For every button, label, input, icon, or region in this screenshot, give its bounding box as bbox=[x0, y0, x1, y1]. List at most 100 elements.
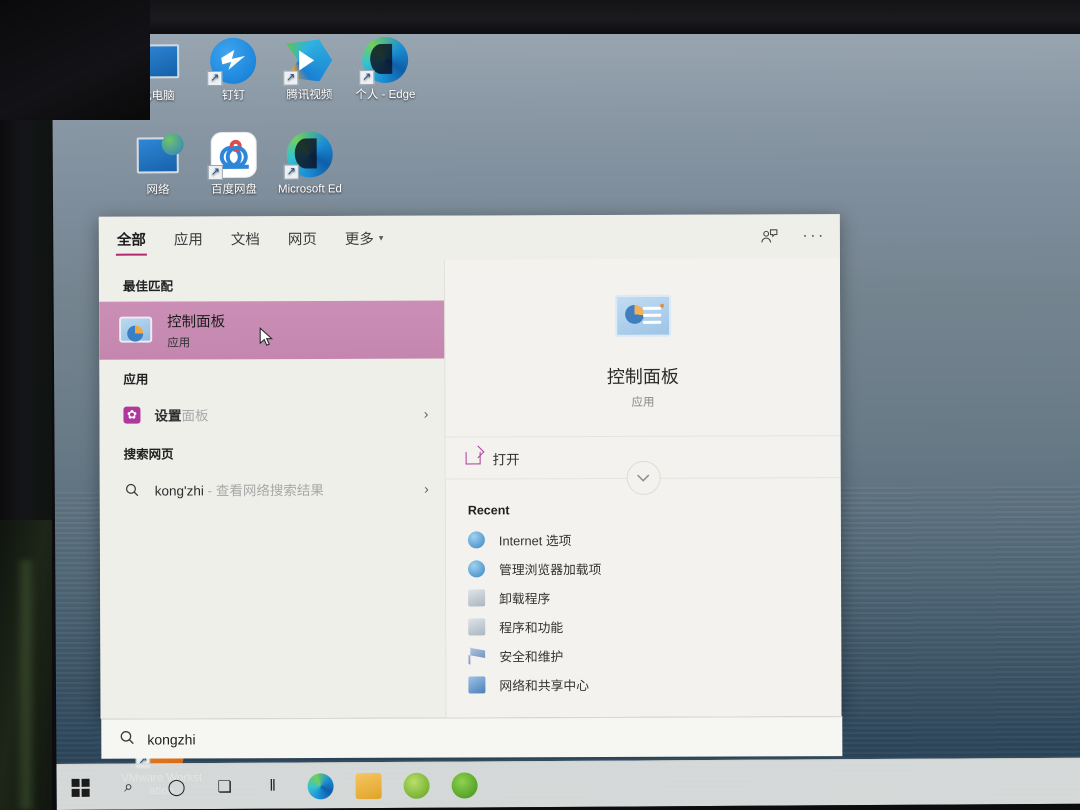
search-icon[interactable]: ⌕ bbox=[104, 764, 152, 810]
web-search-hint: - 查看网络搜索结果 bbox=[207, 482, 324, 499]
taskbar: ⌕ ◯ ❏ ‖ bbox=[56, 757, 1080, 810]
preview-app-header: 控制面板 应用 bbox=[444, 258, 841, 438]
recent-item-label: 管理浏览器加载项 bbox=[498, 561, 602, 578]
recent-item[interactable]: 安全和维护 bbox=[446, 640, 841, 670]
search-icon: ⌕ bbox=[124, 778, 134, 796]
tab-label: 网页 bbox=[287, 231, 317, 248]
desktop-icon-baidu-netdisk[interactable]: ↗ 百度网盘 bbox=[191, 131, 277, 198]
best-match-result-control-panel[interactable]: 控制面板 应用 bbox=[99, 300, 445, 360]
cortana-icon: ◯ bbox=[167, 778, 186, 796]
recent-item[interactable]: 网络和共享中心 bbox=[446, 669, 841, 699]
desktop-icon-label: 个人 - Edge bbox=[355, 88, 416, 102]
more-options-icon[interactable]: ··· bbox=[802, 227, 826, 244]
desktop-icon-edge-personal[interactable]: ↗ 个人 - Edge bbox=[342, 36, 428, 103]
task-view-icon: ❏ bbox=[217, 778, 232, 796]
tab-2[interactable]: 应用 bbox=[174, 216, 203, 260]
desktop-icon-label: 腾讯视频 bbox=[286, 89, 333, 102]
recent-item-label: 程序和功能 bbox=[499, 620, 564, 636]
chevron-right-icon[interactable]: › bbox=[424, 406, 429, 422]
best-match-heading: 最佳匹配 bbox=[122, 279, 174, 294]
shortcut-arrow-icon: ↗ bbox=[283, 164, 299, 180]
taskbar-app-explorer[interactable] bbox=[344, 762, 392, 808]
search-input-bar[interactable]: kongzhi bbox=[101, 716, 843, 759]
recent-item-label: 网络和共享中心 bbox=[499, 678, 590, 694]
search-icon bbox=[124, 481, 141, 498]
recent-heading: Recent bbox=[467, 503, 510, 518]
windows-logo-icon bbox=[71, 778, 90, 797]
desktop-icon-dingtalk[interactable]: ↗ 钉钉 bbox=[190, 37, 276, 104]
tab-1[interactable]: 全部 bbox=[117, 217, 146, 261]
settings-result-label: 设置 bbox=[154, 408, 182, 424]
taskbar-app-explorer-icon bbox=[355, 772, 382, 799]
expand-actions-button[interactable] bbox=[626, 460, 661, 495]
taskbar-app-green-icon bbox=[403, 772, 430, 799]
box-icon bbox=[468, 618, 486, 636]
preview-title: 控制面板 bbox=[606, 366, 679, 387]
tab-label: 应用 bbox=[173, 231, 203, 248]
microsoft-edge-icon: ↗ bbox=[283, 130, 334, 180]
search-panel-header: 全部 应用 文档 网页 更多 ▾ ··· bbox=[98, 214, 840, 261]
box-icon bbox=[468, 589, 486, 607]
taskbar-app-green2-icon bbox=[451, 771, 478, 799]
best-match-subtitle: 应用 bbox=[167, 337, 191, 350]
shortcut-arrow-icon: ↗ bbox=[207, 164, 223, 181]
shortcut-arrow-icon: ↗ bbox=[283, 70, 299, 86]
web-search-heading: 搜索网页 bbox=[123, 447, 174, 462]
best-match-title: 控制面板 bbox=[167, 314, 226, 331]
recent-item-label: Internet 选项 bbox=[498, 533, 572, 549]
web-search-query: kong'zhi bbox=[154, 483, 204, 499]
preview-subtitle: 应用 bbox=[631, 396, 655, 409]
recent-item-label: 安全和维护 bbox=[499, 649, 564, 665]
tab-label: 全部 bbox=[116, 232, 146, 249]
feedback-icon[interactable] bbox=[759, 227, 778, 246]
tab-label: 文档 bbox=[230, 231, 260, 248]
monitor-bezel-corner bbox=[0, 0, 150, 120]
taskbar-app-edge-icon bbox=[307, 772, 334, 799]
control-panel-icon bbox=[119, 316, 153, 345]
recent-item[interactable]: 程序和功能 bbox=[446, 611, 841, 641]
mouse-cursor bbox=[259, 327, 274, 346]
taskbar-app-green[interactable] bbox=[392, 762, 440, 808]
tab-5[interactable]: 更多 ▾ bbox=[345, 216, 384, 260]
recent-item[interactable]: Internet 选项 bbox=[446, 524, 841, 554]
taskbar-app-green2[interactable] bbox=[440, 762, 488, 808]
search-icon bbox=[119, 729, 135, 749]
net-icon bbox=[468, 676, 486, 694]
desktop-icon-label: 钉钉 bbox=[221, 89, 245, 102]
search-header-actions: ··· bbox=[759, 227, 826, 246]
tab-3[interactable]: 文档 bbox=[231, 216, 260, 260]
search-filter-tabs: 全部 应用 文档 网页 更多 ▾ bbox=[117, 216, 384, 261]
baidu-netdisk-icon: ↗ bbox=[207, 131, 258, 181]
start-button[interactable] bbox=[56, 764, 104, 810]
desktop-icon-network[interactable]: 网络 bbox=[115, 131, 201, 198]
dingtalk-icon: ↗ bbox=[207, 37, 257, 87]
recent-section: Recent Internet 选项管理浏览器加载项卸载程序程序和功能安全和维护… bbox=[446, 478, 842, 699]
result-settings-panel[interactable]: ✿ 设置面板 › bbox=[99, 394, 444, 435]
recent-list: Internet 选项管理浏览器加载项卸载程序程序和功能安全和维护网络和共享中心 bbox=[446, 524, 842, 699]
desktop-icon-tencent-video[interactable]: ↗ 腾讯视频 bbox=[266, 36, 352, 103]
cortana-icon[interactable]: ◯ bbox=[152, 764, 200, 810]
recent-item[interactable]: 管理浏览器加载项 bbox=[446, 553, 841, 583]
globe-icon bbox=[467, 531, 485, 549]
chevron-down-icon: ▾ bbox=[378, 232, 384, 243]
tab-4[interactable]: 网页 bbox=[288, 216, 317, 260]
open-action-label: 打开 bbox=[492, 451, 520, 467]
separator: ‖ bbox=[269, 777, 276, 795]
open-action-row[interactable]: 打开 bbox=[445, 436, 841, 495]
search-preview-column: 控制面板 应用 打开 Recent Internet 选项 管理浏览器加载项 卸… bbox=[443, 258, 842, 718]
gear-icon: ✿ bbox=[123, 406, 141, 424]
chevron-right-icon[interactable]: › bbox=[424, 481, 429, 497]
search-panel-body: 最佳匹配 控制面板 应用 应用 ✿ 设置面板 › 搜索网页 kong'zhi -… bbox=[98, 258, 842, 719]
task-view-icon[interactable]: ❏ bbox=[200, 763, 248, 809]
photograph-of-monitor: 此电脑 ↗ 钉钉 ↗ 腾讯视频 ↗ 个人 - Edge 网络 ↗ 百度网盘 ↗ Microsoft E… bbox=[0, 0, 1080, 810]
result-web-search[interactable]: kong'zhi - 查看网络搜索结果 › bbox=[100, 469, 445, 510]
recent-item[interactable]: 卸载程序 bbox=[446, 582, 841, 612]
tab-label: 更多 bbox=[344, 231, 374, 248]
settings-result-label-dim: 面板 bbox=[181, 408, 209, 424]
search-input-value[interactable]: kongzhi bbox=[147, 731, 195, 747]
open-in-new-icon bbox=[465, 451, 481, 465]
flag-icon bbox=[468, 647, 485, 664]
desktop-icon-label: 网络 bbox=[146, 184, 170, 197]
taskbar-app-edge[interactable] bbox=[296, 763, 344, 809]
desktop-icon-microsoft-edge[interactable]: ↗ Microsoft Ed bbox=[267, 130, 353, 197]
